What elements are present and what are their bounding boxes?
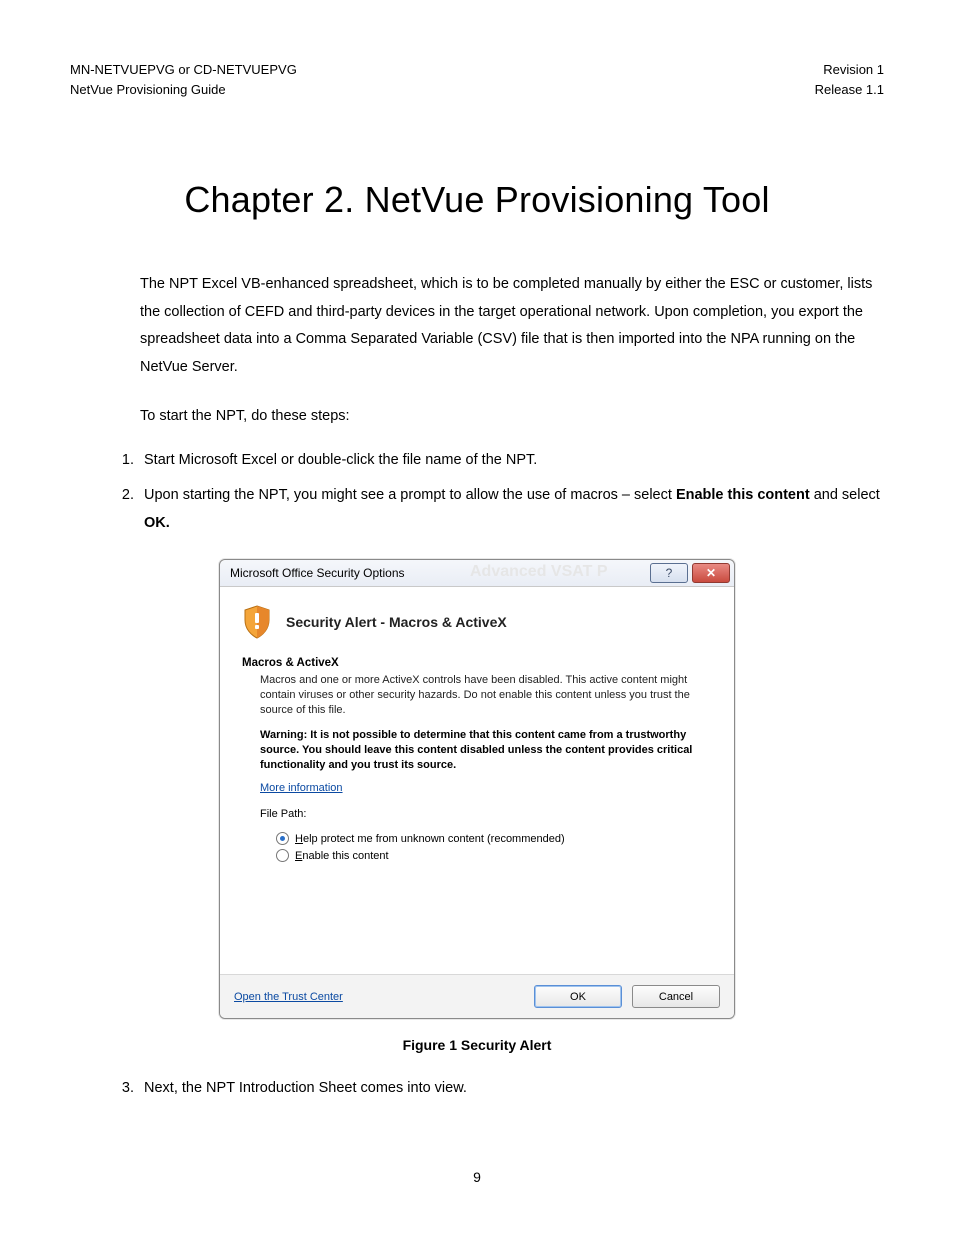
- radio-icon: [276, 849, 289, 862]
- help-button[interactable]: ?: [650, 563, 688, 583]
- dialog-title: Microsoft Office Security Options: [230, 566, 405, 580]
- header-right-line1: Revision 1: [815, 60, 884, 80]
- step-2-bold1: Enable this content: [676, 487, 810, 503]
- dialog-body-text: Macros and one or more ActiveX controls …: [260, 673, 708, 718]
- header-right: Revision 1 Release 1.1: [815, 60, 884, 99]
- dialog-warning: Warning: It is not possible to determine…: [260, 728, 702, 773]
- header-left-line1: MN-NETVUEPVG or CD-NETVUEPVG: [70, 60, 297, 80]
- dialog-footer: Open the Trust Center OK Cancel: [220, 974, 734, 1018]
- chapter-title: Chapter 2. NetVue Provisioning Tool: [70, 179, 884, 221]
- radio-enable[interactable]: Enable this content: [276, 849, 718, 862]
- step-3: Next, the NPT Introduction Sheet comes i…: [138, 1075, 884, 1103]
- help-icon: ?: [666, 566, 673, 580]
- cancel-button[interactable]: Cancel: [632, 985, 720, 1008]
- alert-title: Security Alert - Macros & ActiveX: [286, 614, 507, 630]
- steps-list: Start Microsoft Excel or double-click th…: [102, 447, 884, 538]
- radio-icon: [276, 832, 289, 845]
- page-number: 9: [0, 1169, 954, 1185]
- step-2: Upon starting the NPT, you might see a p…: [138, 482, 884, 537]
- ok-button[interactable]: OK: [534, 985, 622, 1008]
- figure-caption: Figure 1 Security Alert: [70, 1037, 884, 1053]
- security-dialog: Microsoft Office Security Options Advanc…: [219, 559, 735, 1019]
- dialog-titlebar: Microsoft Office Security Options Advanc…: [220, 560, 734, 587]
- file-path-label: File Path:: [260, 808, 718, 820]
- header-left-line2: NetVue Provisioning Guide: [70, 80, 297, 100]
- page-header: MN-NETVUEPVG or CD-NETVUEPVG NetVue Prov…: [70, 60, 884, 99]
- shield-icon: [242, 605, 272, 639]
- dialog-ghost-text: Advanced VSAT P: [470, 563, 608, 581]
- header-left: MN-NETVUEPVG or CD-NETVUEPVG NetVue Prov…: [70, 60, 297, 99]
- trust-center-link[interactable]: Open the Trust Center: [234, 991, 343, 1003]
- section-label: Macros & ActiveX: [242, 657, 718, 669]
- alert-heading-row: Security Alert - Macros & ActiveX: [242, 605, 718, 639]
- close-icon: ✕: [706, 566, 716, 580]
- intro-paragraph: The NPT Excel VB-enhanced spreadsheet, w…: [140, 271, 884, 381]
- start-line: To start the NPT, do these steps:: [140, 403, 884, 431]
- titlebar-buttons: ? ✕: [650, 563, 730, 583]
- dialog-spacer: [236, 866, 718, 966]
- dialog-button-row: OK Cancel: [534, 985, 720, 1008]
- header-right-line2: Release 1.1: [815, 80, 884, 100]
- radio-protect-label: Help protect me from unknown content (re…: [295, 833, 565, 845]
- step-2-bold2: OK.: [144, 515, 170, 531]
- dialog-body: Security Alert - Macros & ActiveX Macros…: [220, 587, 734, 974]
- close-button[interactable]: ✕: [692, 563, 730, 583]
- step-1: Start Microsoft Excel or double-click th…: [138, 447, 884, 475]
- document-page: MN-NETVUEPVG or CD-NETVUEPVG NetVue Prov…: [0, 0, 954, 1235]
- steps-list-cont: Next, the NPT Introduction Sheet comes i…: [102, 1075, 884, 1103]
- radio-enable-label: Enable this content: [295, 850, 389, 862]
- step-2-mid: and select: [810, 487, 880, 503]
- more-information-link[interactable]: More information: [260, 782, 343, 794]
- radio-protect[interactable]: Help protect me from unknown content (re…: [276, 832, 718, 845]
- step-2-pre: Upon starting the NPT, you might see a p…: [144, 487, 676, 503]
